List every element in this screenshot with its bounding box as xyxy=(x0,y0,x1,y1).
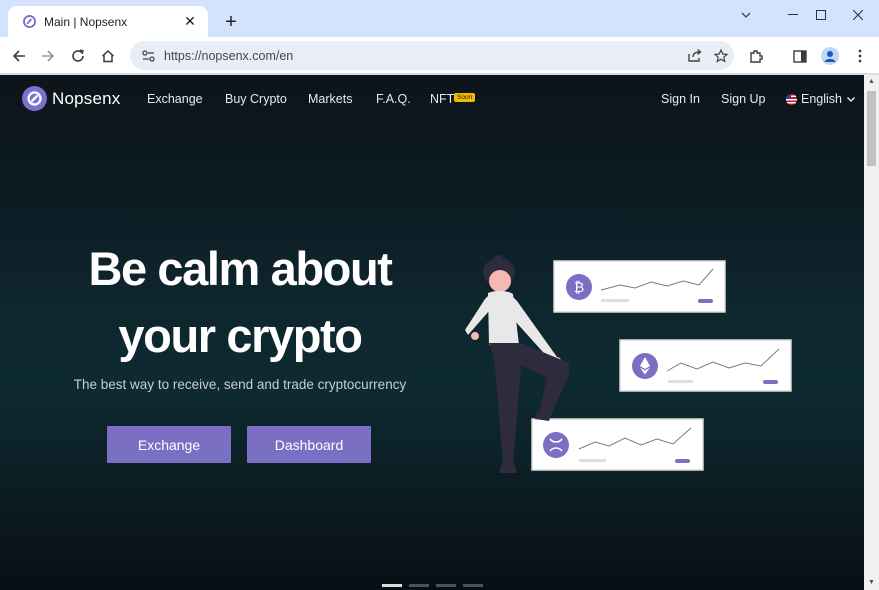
reload-icon[interactable] xyxy=(64,42,92,70)
carousel-dot-1[interactable] xyxy=(382,584,402,587)
site-favicon-icon xyxy=(22,15,36,29)
us-flag-icon xyxy=(786,93,797,105)
page-scrollbar[interactable]: ▲ ▼ xyxy=(864,75,879,590)
nopsenx-logo-icon xyxy=(22,86,47,111)
home-icon[interactable] xyxy=(94,42,122,70)
browser-menu-icon[interactable] xyxy=(846,42,874,70)
hero-title-line-2: your crypto xyxy=(118,309,363,362)
nav-exchange[interactable]: Exchange xyxy=(147,92,203,106)
back-icon[interactable] xyxy=(5,42,33,70)
site-navbar: Nopsenx Exchange Buy Crypto Markets F.A.… xyxy=(0,75,864,125)
chevron-down-icon xyxy=(847,96,855,102)
close-window-icon[interactable] xyxy=(838,0,878,30)
forward-icon[interactable] xyxy=(34,42,62,70)
browser-tab[interactable]: Main | Nopsenx ✕ xyxy=(8,6,208,37)
scroll-up-icon[interactable]: ▲ xyxy=(867,77,876,86)
nav-nft[interactable]: NFT xyxy=(430,92,454,106)
tab-close-icon[interactable]: ✕ xyxy=(182,13,198,30)
carousel-dot-3[interactable] xyxy=(436,584,456,587)
scroll-down-icon[interactable]: ▼ xyxy=(867,578,876,587)
nav-faq[interactable]: F.A.Q. xyxy=(376,92,411,106)
carousel-dot-4[interactable] xyxy=(463,584,483,587)
hero-illustration: ₿ xyxy=(465,255,792,473)
site-info-icon[interactable] xyxy=(140,48,156,64)
language-selector[interactable]: English xyxy=(786,92,855,106)
sign-up-link[interactable]: Sign Up xyxy=(721,92,765,106)
bookmark-star-icon[interactable] xyxy=(708,43,734,69)
extensions-icon[interactable] xyxy=(742,42,770,70)
xrp-icon xyxy=(543,432,569,458)
tab-title: Main | Nopsenx xyxy=(44,14,128,29)
share-icon[interactable] xyxy=(682,43,708,69)
tab-search-icon[interactable] xyxy=(726,0,766,30)
xrp-card xyxy=(531,418,704,471)
scroll-thumb[interactable] xyxy=(867,91,876,166)
bitcoin-card: ₿ xyxy=(553,260,726,313)
language-label: English xyxy=(801,92,842,106)
hero-title-line-1: Be calm about xyxy=(88,242,392,295)
svg-text:₿: ₿ xyxy=(574,280,584,296)
brand-name: Nopsenx xyxy=(52,88,121,108)
url-text[interactable]: https://nopsenx.com/en xyxy=(164,49,682,63)
hero-subtitle: The best way to receive, send and trade … xyxy=(73,377,407,392)
sign-in-link[interactable]: Sign In xyxy=(661,92,700,106)
ethereum-card xyxy=(619,339,792,392)
exchange-button[interactable]: Exchange xyxy=(107,426,231,463)
brand-logo[interactable]: Nopsenx xyxy=(22,86,121,111)
maximize-icon[interactable] xyxy=(801,0,841,30)
browser-toolbar: https://nopsenx.com/en xyxy=(0,37,879,74)
nav-buy-crypto[interactable]: Buy Crypto xyxy=(225,92,287,106)
dashboard-button[interactable]: Dashboard xyxy=(247,426,371,463)
web-page: Nopsenx Exchange Buy Crypto Markets F.A.… xyxy=(0,75,864,590)
address-bar[interactable]: https://nopsenx.com/en xyxy=(130,41,734,70)
side-panel-icon[interactable] xyxy=(786,42,814,70)
nav-markets[interactable]: Markets xyxy=(308,92,352,106)
new-tab-button[interactable]: + xyxy=(219,10,243,34)
nft-soon-badge: Soon xyxy=(454,93,476,102)
carousel-dot-2[interactable] xyxy=(409,584,429,587)
profile-avatar-icon[interactable] xyxy=(816,42,844,70)
tab-strip: Main | Nopsenx ✕ + xyxy=(0,0,879,37)
